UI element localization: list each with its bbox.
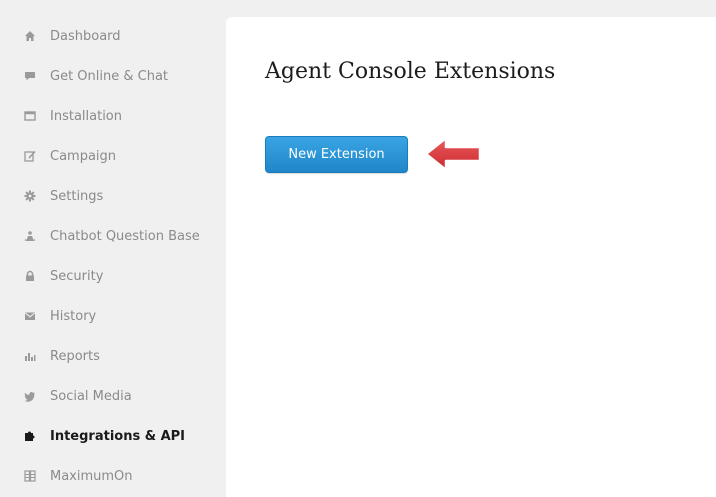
sidebar-item-label: Installation <box>50 108 123 124</box>
sidebar-item-integrations-api[interactable]: Integrations & API <box>0 416 226 456</box>
home-icon <box>24 30 36 42</box>
sidebar-item-label: Chatbot Question Base <box>50 228 200 244</box>
sidebar-item-label: MaximumOn <box>50 468 133 484</box>
sidebar-item-history[interactable]: History <box>0 296 226 336</box>
sidebar-item-social-media[interactable]: Social Media <box>0 376 226 416</box>
sidebar-item-label: Campaign <box>50 148 117 164</box>
lock-icon <box>24 270 36 282</box>
sidebar-item-label: Security <box>50 268 104 284</box>
mail-icon <box>24 310 36 322</box>
sidebar-item-label: History <box>50 308 97 324</box>
sidebar-item-label: Reports <box>50 348 100 364</box>
sidebar-item-settings[interactable]: Settings <box>0 176 226 216</box>
sidebar-item-get-online-chat[interactable]: Get Online & Chat <box>0 56 226 96</box>
bar-chart-icon <box>24 350 36 362</box>
sidebar-item-installation[interactable]: Installation <box>0 96 226 136</box>
puzzle-icon <box>24 430 36 442</box>
chat-icon <box>24 70 36 82</box>
edit-icon <box>24 150 36 162</box>
sidebar-item-chatbot-question-base[interactable]: Chatbot Question Base <box>0 216 226 256</box>
sidebar-item-security[interactable]: Security <box>0 256 226 296</box>
grid-icon <box>24 470 36 482</box>
sidebar-item-label: Settings <box>50 188 104 204</box>
main-content-panel: Agent Console Extensions New Extension <box>226 17 716 497</box>
twitter-bird-icon <box>24 390 36 402</box>
sidebar-nav: Dashboard Get Online & Chat Installation… <box>0 0 226 497</box>
page-title: Agent Console Extensions <box>265 59 556 84</box>
sidebar-item-reports[interactable]: Reports <box>0 336 226 376</box>
sidebar-item-campaign[interactable]: Campaign <box>0 136 226 176</box>
sidebar-item-maximumon[interactable]: MaximumOn <box>0 456 226 496</box>
sidebar-item-label: Integrations & API <box>50 428 186 444</box>
sidebar-item-label: Social Media <box>50 388 132 404</box>
sidebar-item-dashboard[interactable]: Dashboard <box>0 16 226 56</box>
gear-icon <box>24 190 36 202</box>
sidebar-item-label: Dashboard <box>50 28 121 44</box>
bot-icon <box>24 230 36 242</box>
window-icon <box>24 110 36 122</box>
new-extension-button[interactable]: New Extension <box>265 136 408 173</box>
sidebar-item-label: Get Online & Chat <box>50 68 169 84</box>
pointer-arrow-icon <box>424 136 482 172</box>
